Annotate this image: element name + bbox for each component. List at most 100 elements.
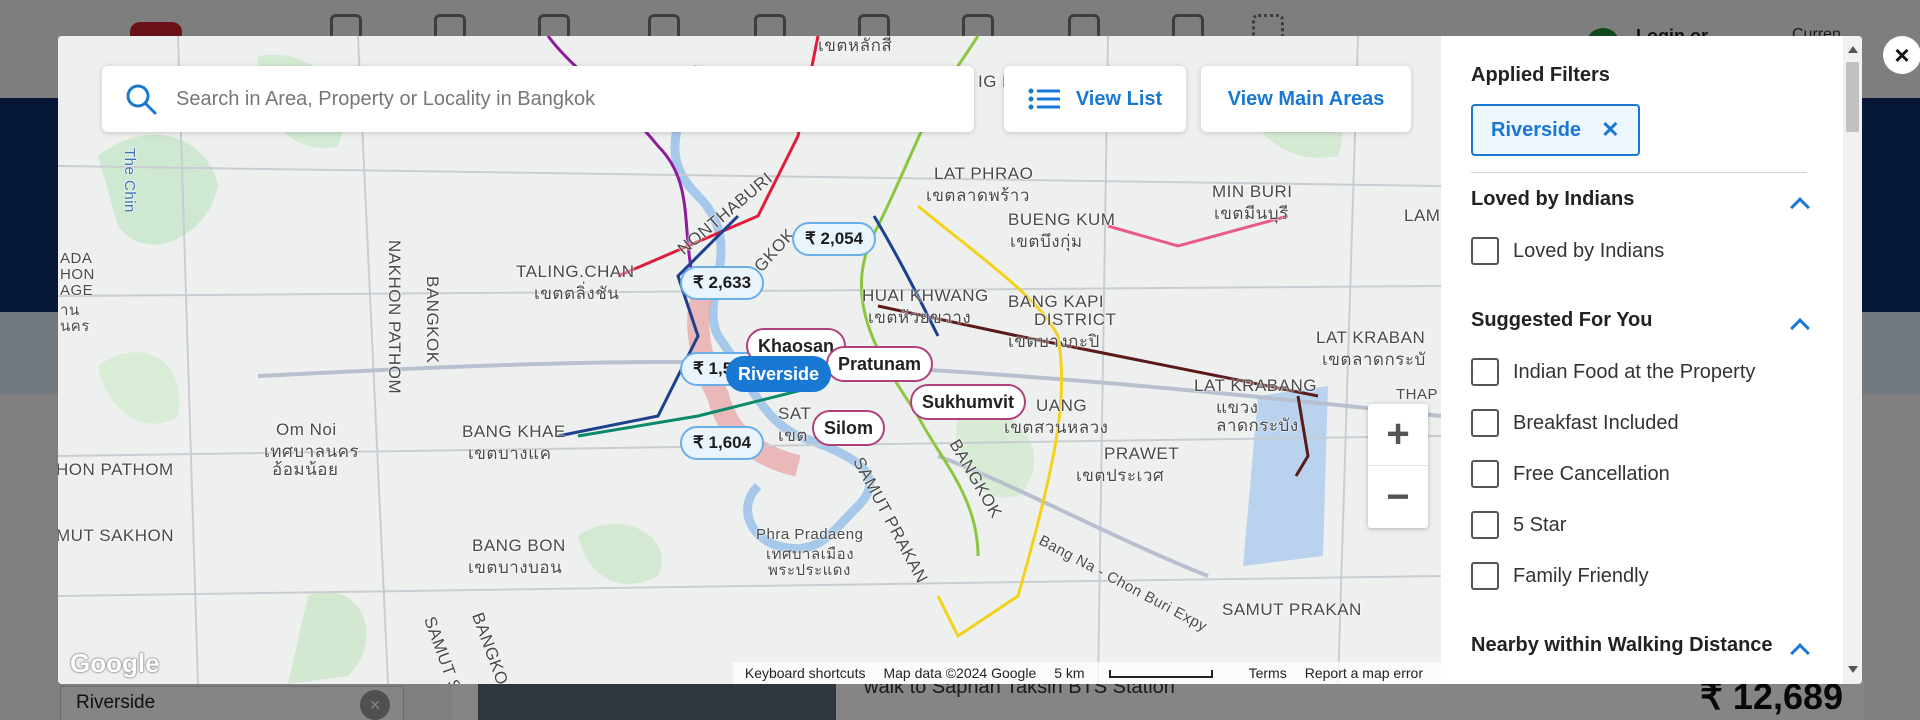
scale-label: 5 km bbox=[1054, 665, 1085, 681]
map-label-min-buri: MIN BURI bbox=[1212, 182, 1293, 201]
map-label-edge3: AGE bbox=[60, 282, 94, 299]
divider bbox=[1471, 172, 1807, 173]
filter-option-label: Family Friendly bbox=[1513, 564, 1649, 587]
map-label-edge1: ADA bbox=[60, 250, 93, 267]
map-label-edge2: HON bbox=[60, 266, 95, 283]
map-label-thap: THAP bbox=[1396, 386, 1439, 403]
search-bar[interactable] bbox=[102, 66, 974, 132]
map-label-bueng-kum: BUENG KUM bbox=[1008, 210, 1116, 229]
price-pin[interactable]: ₹ 2,054 bbox=[792, 222, 877, 256]
map-label-bueng-kum-th: เขตบึงกุ่ม bbox=[1010, 232, 1083, 251]
map-label-taling-chan-th: เขตตลิ่งชัน bbox=[534, 284, 620, 303]
scroll-down-arrow-icon[interactable] bbox=[1848, 666, 1858, 673]
scale-indicator: 5 km bbox=[1054, 665, 1230, 681]
zoom-out-button[interactable]: − bbox=[1368, 466, 1428, 528]
map-label-prawet-th: เขตประเวศ bbox=[1076, 466, 1165, 485]
map-label-lat-phrao-th: เขตลาดพร้าว bbox=[926, 186, 1030, 205]
map-label-bang-khae-th: เขตบางแค bbox=[468, 444, 552, 463]
map-label-huai-khwang: HUAI KHWANG bbox=[862, 286, 989, 305]
view-list-label: View List bbox=[1075, 87, 1163, 110]
zoom-control: + − bbox=[1368, 404, 1428, 528]
filter-panel: Applied Filters Riverside ✕ Loved by Ind… bbox=[1441, 36, 1862, 684]
map-label-huai-khwang-th: เขตห้วยขวาง bbox=[868, 308, 972, 327]
search-input[interactable] bbox=[176, 80, 936, 118]
map-modal: เขตหลักสี่ IG K LAT PHRAO เขตลาดพร้าว BU… bbox=[58, 36, 1862, 684]
filter-option[interactable]: Indian Food at the Property bbox=[1471, 357, 1755, 387]
chevron-up-icon[interactable] bbox=[1790, 643, 1810, 663]
filter-option[interactable]: 5 Star bbox=[1471, 510, 1566, 540]
map-label-suan-luang: UANG bbox=[1036, 396, 1088, 415]
applied-filter-chip[interactable]: Riverside ✕ bbox=[1471, 104, 1640, 156]
map-label-lat-phrao: LAT PHRAO bbox=[934, 164, 1034, 183]
map-label-mut-sakhon: MUT SAKHON bbox=[58, 526, 175, 545]
checkbox[interactable] bbox=[1471, 562, 1499, 590]
view-list-button[interactable]: View List bbox=[1004, 66, 1186, 132]
close-modal-button[interactable]: × bbox=[1883, 36, 1920, 74]
filter-option-label: Breakfast Included bbox=[1513, 411, 1679, 434]
remove-filter-icon[interactable]: ✕ bbox=[1601, 117, 1619, 143]
map-label-taling-chan: TALING.CHAN bbox=[516, 262, 635, 281]
price-pin[interactable]: ₹ 1,604 bbox=[680, 426, 765, 460]
map-label-bang-khae: BANG KHAE bbox=[462, 422, 566, 441]
view-main-areas-label: View Main Areas bbox=[1227, 87, 1385, 110]
map-label-min-buri-th: เขตมีนบุรี bbox=[1214, 204, 1289, 223]
area-pin-pratunam[interactable]: Pratunam bbox=[826, 346, 934, 382]
checkbox[interactable] bbox=[1471, 511, 1499, 539]
map-label-bang-kapi-th: เขตบางกะปิ bbox=[1008, 332, 1100, 351]
map-data-text: Map data ©2024 Google bbox=[883, 665, 1037, 681]
google-logo: Google bbox=[70, 648, 160, 678]
checkbox[interactable] bbox=[1471, 237, 1499, 265]
area-pin-silom[interactable]: Silom bbox=[812, 410, 886, 446]
report-map-error-link[interactable]: Report a map error bbox=[1305, 665, 1423, 681]
section-title-loved-by-indians[interactable]: Loved by Indians bbox=[1471, 188, 1634, 211]
map-label-bang-bon: BANG BON bbox=[472, 536, 566, 555]
filter-option[interactable]: Loved by Indians bbox=[1471, 236, 1664, 266]
map-label-lat-krabang-th2: ลาดกระบัง bbox=[1216, 416, 1299, 435]
map-label-sat-th: เขต bbox=[778, 426, 808, 445]
map-label-nakhon-pathom: NAKHON PATHOM bbox=[385, 240, 404, 395]
map-label-lam: LAM bbox=[1404, 206, 1441, 225]
filter-panel-content: Applied Filters Riverside ✕ Loved by Ind… bbox=[1441, 36, 1843, 684]
map-label-lak-si: เขตหลักสี่ bbox=[818, 36, 893, 55]
list-icon bbox=[1028, 88, 1060, 110]
map-label-bang-kapi: BANG KAPI bbox=[1008, 292, 1105, 311]
chevron-up-icon[interactable] bbox=[1790, 197, 1810, 217]
chevron-up-icon[interactable] bbox=[1790, 318, 1810, 338]
keyboard-shortcuts-link[interactable]: Keyboard shortcuts bbox=[745, 665, 866, 681]
section-title-suggested[interactable]: Suggested For You bbox=[1471, 309, 1653, 332]
view-main-areas-button[interactable]: View Main Areas bbox=[1201, 66, 1411, 132]
zoom-in-button[interactable]: + bbox=[1368, 404, 1428, 466]
price-pin[interactable]: ₹ 2,633 bbox=[680, 266, 765, 300]
map-attribution: Keyboard shortcuts Map data ©2024 Google… bbox=[732, 662, 1441, 684]
checkbox[interactable] bbox=[1471, 460, 1499, 488]
map-label-lat-krabang: LAT KRABANG bbox=[1194, 376, 1317, 395]
scrollbar-thumb[interactable] bbox=[1846, 62, 1859, 132]
scrollbar[interactable] bbox=[1843, 36, 1862, 684]
map-label-samut-prakan: SAMUT PRAKAN bbox=[1222, 600, 1362, 619]
map-label-prawet: PRAWET bbox=[1104, 444, 1180, 463]
map-label-edge5: นคร bbox=[60, 318, 90, 335]
map-label-district: DISTRICT bbox=[1034, 310, 1117, 329]
filter-option-label: Indian Food at the Property bbox=[1513, 360, 1756, 383]
applied-filter-label: Riverside bbox=[1491, 118, 1582, 141]
terms-link[interactable]: Terms bbox=[1249, 665, 1287, 681]
map-view[interactable]: เขตหลักสี่ IG K LAT PHRAO เขตลาดพร้าว BU… bbox=[58, 36, 1441, 684]
map-label-tha-chin: The Chin bbox=[121, 148, 138, 213]
map-label-phra-pradaeng-th2: พระประแดง bbox=[768, 562, 851, 579]
applied-filters-title: Applied Filters bbox=[1471, 64, 1610, 86]
area-pin-riverside[interactable]: Riverside bbox=[726, 356, 832, 392]
checkbox[interactable] bbox=[1471, 409, 1499, 437]
filter-option-label: Free Cancellation bbox=[1513, 462, 1670, 485]
filter-option[interactable]: Family Friendly bbox=[1471, 561, 1649, 591]
checkbox[interactable] bbox=[1471, 358, 1499, 386]
map-label-bangkok-west: BANGKOK bbox=[423, 276, 442, 364]
scroll-up-arrow-icon[interactable] bbox=[1848, 46, 1858, 53]
filter-option[interactable]: Breakfast Included bbox=[1471, 408, 1679, 438]
filter-option-label: 5 Star bbox=[1513, 513, 1567, 536]
filter-option[interactable]: Free Cancellation bbox=[1471, 459, 1670, 489]
map-label-om-noi-th2: อ้อมน้อย bbox=[272, 460, 339, 479]
area-pin-sukhumvit[interactable]: Sukhumvit bbox=[910, 384, 1027, 420]
map-label-bang-bon-th: เขตบางบอน bbox=[468, 558, 563, 577]
map-label-lat-krabang-upper: LAT KRABAN bbox=[1316, 328, 1426, 347]
section-title-walking-distance[interactable]: Nearby within Walking Distance bbox=[1471, 634, 1773, 657]
